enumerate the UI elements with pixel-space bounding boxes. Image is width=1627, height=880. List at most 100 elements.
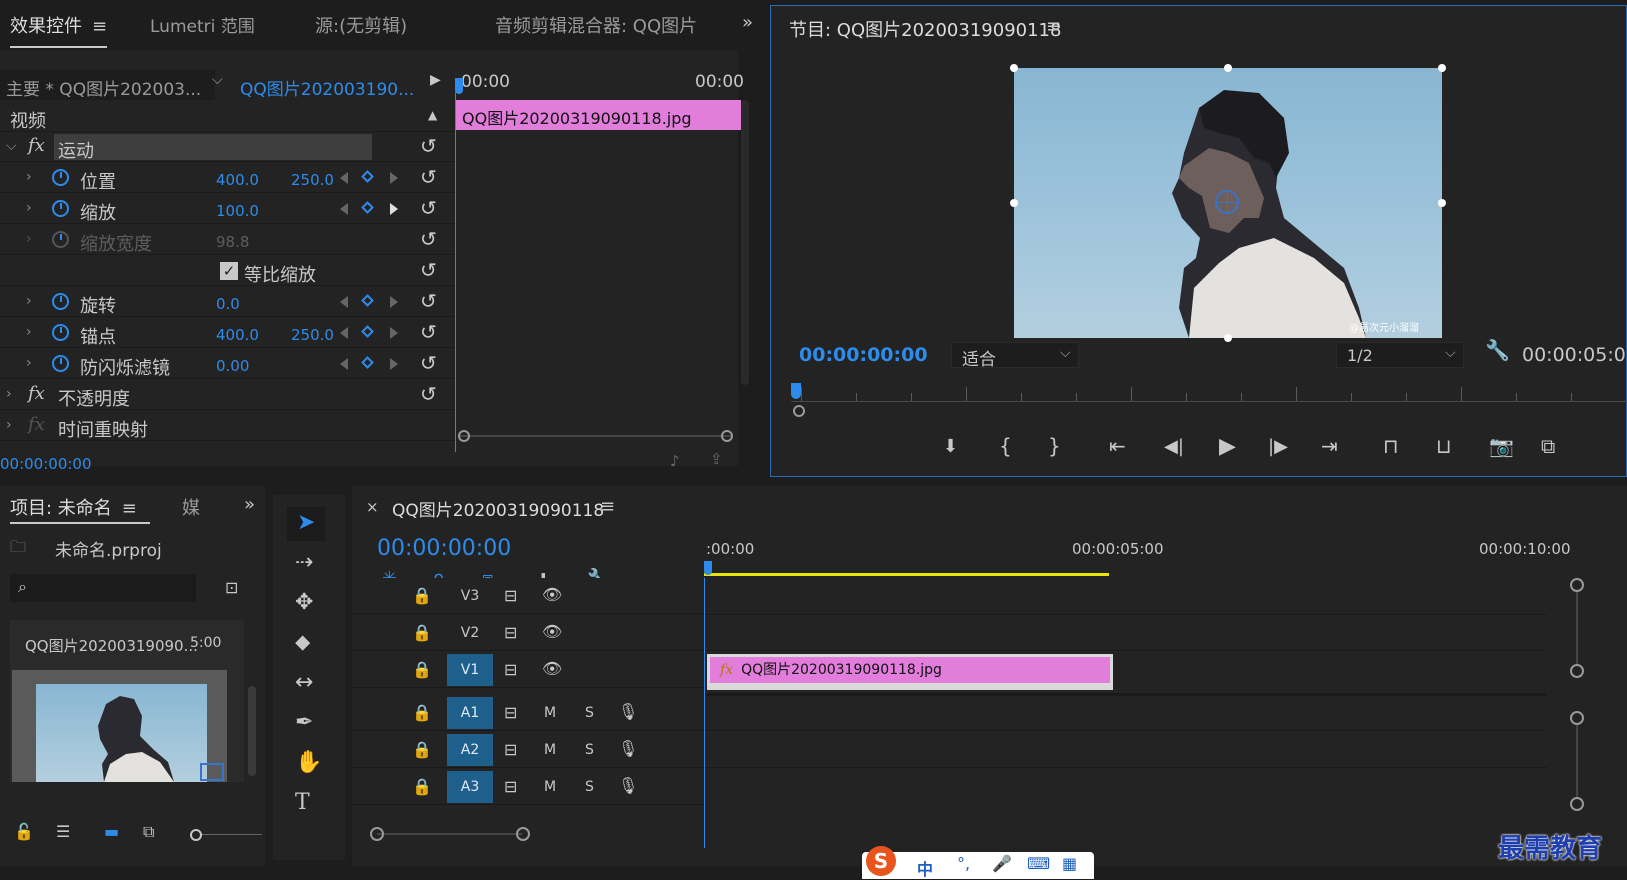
clip-selector-label[interactable]: QQ图片202003190...: [240, 75, 414, 100]
lock-icon[interactable]: 🔒: [412, 586, 432, 605]
export-icon[interactable]: ⇪: [710, 450, 723, 468]
voiceover-mic-icon[interactable]: 🎙: [618, 739, 638, 758]
mute-button[interactable]: M: [544, 705, 556, 721]
anchor-x-value[interactable]: 400.0: [216, 326, 259, 344]
prev-keyframe-icon[interactable]: [340, 358, 348, 370]
prev-keyframe-icon[interactable]: [340, 327, 348, 339]
work-area-bar[interactable]: [704, 573, 1109, 576]
mute-button[interactable]: M: [544, 742, 556, 758]
icon-view-icon[interactable]: ▬: [104, 822, 119, 841]
scroll-handle-right[interactable]: [721, 430, 733, 442]
track-label[interactable]: A1: [447, 697, 493, 729]
reset-icon[interactable]: ↺: [420, 134, 437, 158]
button-editor-icon[interactable]: ⧉: [1541, 434, 1555, 458]
program-monitor-title[interactable]: 节目: QQ图片20200319090118: [789, 16, 1061, 42]
chevron-right-icon[interactable]: ›: [26, 324, 32, 340]
lock-icon[interactable]: 🔒: [412, 740, 432, 759]
solo-button[interactable]: S: [585, 705, 594, 721]
extract-icon[interactable]: ⊔: [1436, 434, 1452, 458]
panel-menu-icon[interactable]: ≡: [600, 496, 615, 517]
lift-icon[interactable]: ⊓: [1383, 434, 1399, 458]
panel-menu-icon[interactable]: ≡: [1046, 16, 1061, 37]
more-tabs-icon[interactable]: »: [742, 12, 753, 33]
ime-toolbar[interactable]: S 中 °, 🎤 ⌨ ▦: [862, 846, 1094, 879]
eye-icon[interactable]: 👁: [542, 622, 562, 641]
vscroll-handle-top[interactable]: [1570, 711, 1584, 725]
voiceover-mic-icon[interactable]: 🎙: [618, 776, 638, 795]
reset-icon[interactable]: ↺: [420, 351, 437, 375]
play-icon[interactable]: ▶: [1219, 434, 1236, 459]
chevron-down-icon[interactable]: ⌵: [212, 72, 223, 88]
type-tool-icon[interactable]: T: [295, 790, 310, 815]
freeform-view-icon[interactable]: ⧉: [143, 822, 154, 842]
prev-keyframe-icon[interactable]: [340, 296, 348, 308]
project-item-card[interactable]: QQ图片20200319090... 5:00: [10, 620, 244, 782]
microphone-icon[interactable]: 🎤: [992, 854, 1012, 873]
reset-icon[interactable]: ↺: [420, 320, 437, 344]
uniform-scale-checkbox[interactable]: ✓: [220, 262, 238, 280]
hand-icon[interactable]: ✋: [295, 750, 322, 775]
scale-value[interactable]: 100.0: [216, 202, 259, 220]
transform-handle[interactable]: [1224, 334, 1232, 342]
tab-project[interactable]: 项目: 未命名 ≡: [10, 494, 137, 520]
step-forward-icon[interactable]: |▶: [1268, 436, 1288, 457]
eye-icon[interactable]: 👁: [542, 585, 562, 604]
effect-scrollbar[interactable]: [741, 100, 749, 385]
timeline-ruler[interactable]: :00:00 00:00:05:00 00:00:10:00: [704, 534, 1584, 579]
slider-handle[interactable]: [190, 829, 202, 841]
track-label[interactable]: A2: [447, 734, 493, 766]
chevron-right-icon[interactable]: ›: [26, 355, 32, 371]
hscroll-handle-left[interactable]: [370, 827, 384, 841]
keyboard-icon[interactable]: ⌨: [1027, 854, 1050, 873]
program-timecode[interactable]: 00:00:00:00: [799, 344, 928, 366]
program-scrub-ruler[interactable]: [791, 383, 1627, 417]
tab-media-browser[interactable]: 媒: [182, 494, 200, 520]
more-tabs-icon[interactable]: »: [244, 494, 255, 515]
timeline-clip[interactable]: fx QQ图片20200319090118.jpg: [707, 654, 1113, 690]
sync-lock-icon[interactable]: ⊟: [504, 703, 517, 722]
list-view-icon[interactable]: ☰: [56, 822, 70, 841]
lock-icon[interactable]: 🔒: [412, 703, 432, 722]
video-vscroll[interactable]: [1570, 578, 1584, 678]
reset-icon[interactable]: ↺: [420, 196, 437, 220]
fx-icon[interactable]: fx: [28, 135, 45, 156]
add-keyframe-icon[interactable]: [361, 325, 374, 338]
stopwatch-icon[interactable]: [52, 200, 69, 217]
transform-handle[interactable]: [1224, 64, 1232, 72]
sync-lock-icon[interactable]: ⊟: [504, 777, 517, 796]
reset-icon[interactable]: ↺: [420, 289, 437, 313]
sync-lock-icon[interactable]: ⊟: [504, 586, 517, 605]
eye-icon[interactable]: 👁: [542, 659, 562, 678]
track-label[interactable]: V3: [447, 580, 493, 612]
chevron-down-icon[interactable]: ⌵: [6, 138, 17, 154]
track-label[interactable]: V1: [447, 654, 493, 686]
reset-icon[interactable]: ↺: [420, 382, 437, 406]
effect-timeline-hscroll[interactable]: [458, 430, 733, 442]
lock-icon[interactable]: 🔒: [412, 660, 432, 679]
track-label[interactable]: A3: [447, 771, 493, 803]
add-marker-icon[interactable]: ⬇: [943, 436, 958, 457]
time-remap-row[interactable]: › fx 时间重映射: [0, 411, 455, 441]
next-keyframe-icon[interactable]: [390, 296, 398, 308]
next-keyframe-icon[interactable]: [390, 172, 398, 184]
master-clip-selector[interactable]: 主要 * QQ图片202003...: [0, 70, 215, 100]
mark-out-icon[interactable]: }: [1048, 434, 1061, 458]
project-scrollbar[interactable]: [248, 686, 256, 776]
stopwatch-icon[interactable]: [52, 169, 69, 186]
timeline-hscroll[interactable]: [370, 827, 530, 841]
lock-icon[interactable]: 🔒: [412, 623, 432, 642]
sync-lock-icon[interactable]: ⊟: [504, 660, 517, 679]
transform-handle[interactable]: [1010, 64, 1018, 72]
hscroll-handle-right[interactable]: [516, 827, 530, 841]
chevron-right-icon[interactable]: ›: [26, 200, 32, 216]
next-keyframe-icon[interactable]: [390, 203, 398, 215]
collapse-up-icon[interactable]: ▲: [428, 108, 437, 122]
timeline-timecode[interactable]: 00:00:00:00: [377, 536, 511, 561]
add-keyframe-icon[interactable]: [361, 170, 374, 183]
anchor-y-value[interactable]: 250.0: [291, 326, 334, 344]
stopwatch-icon[interactable]: [52, 324, 69, 341]
chevron-right-icon[interactable]: ›: [26, 169, 32, 185]
tab-source[interactable]: 源:(无剪辑): [315, 12, 407, 38]
prev-keyframe-icon[interactable]: [340, 172, 348, 184]
scroll-handle-left[interactable]: [458, 430, 470, 442]
